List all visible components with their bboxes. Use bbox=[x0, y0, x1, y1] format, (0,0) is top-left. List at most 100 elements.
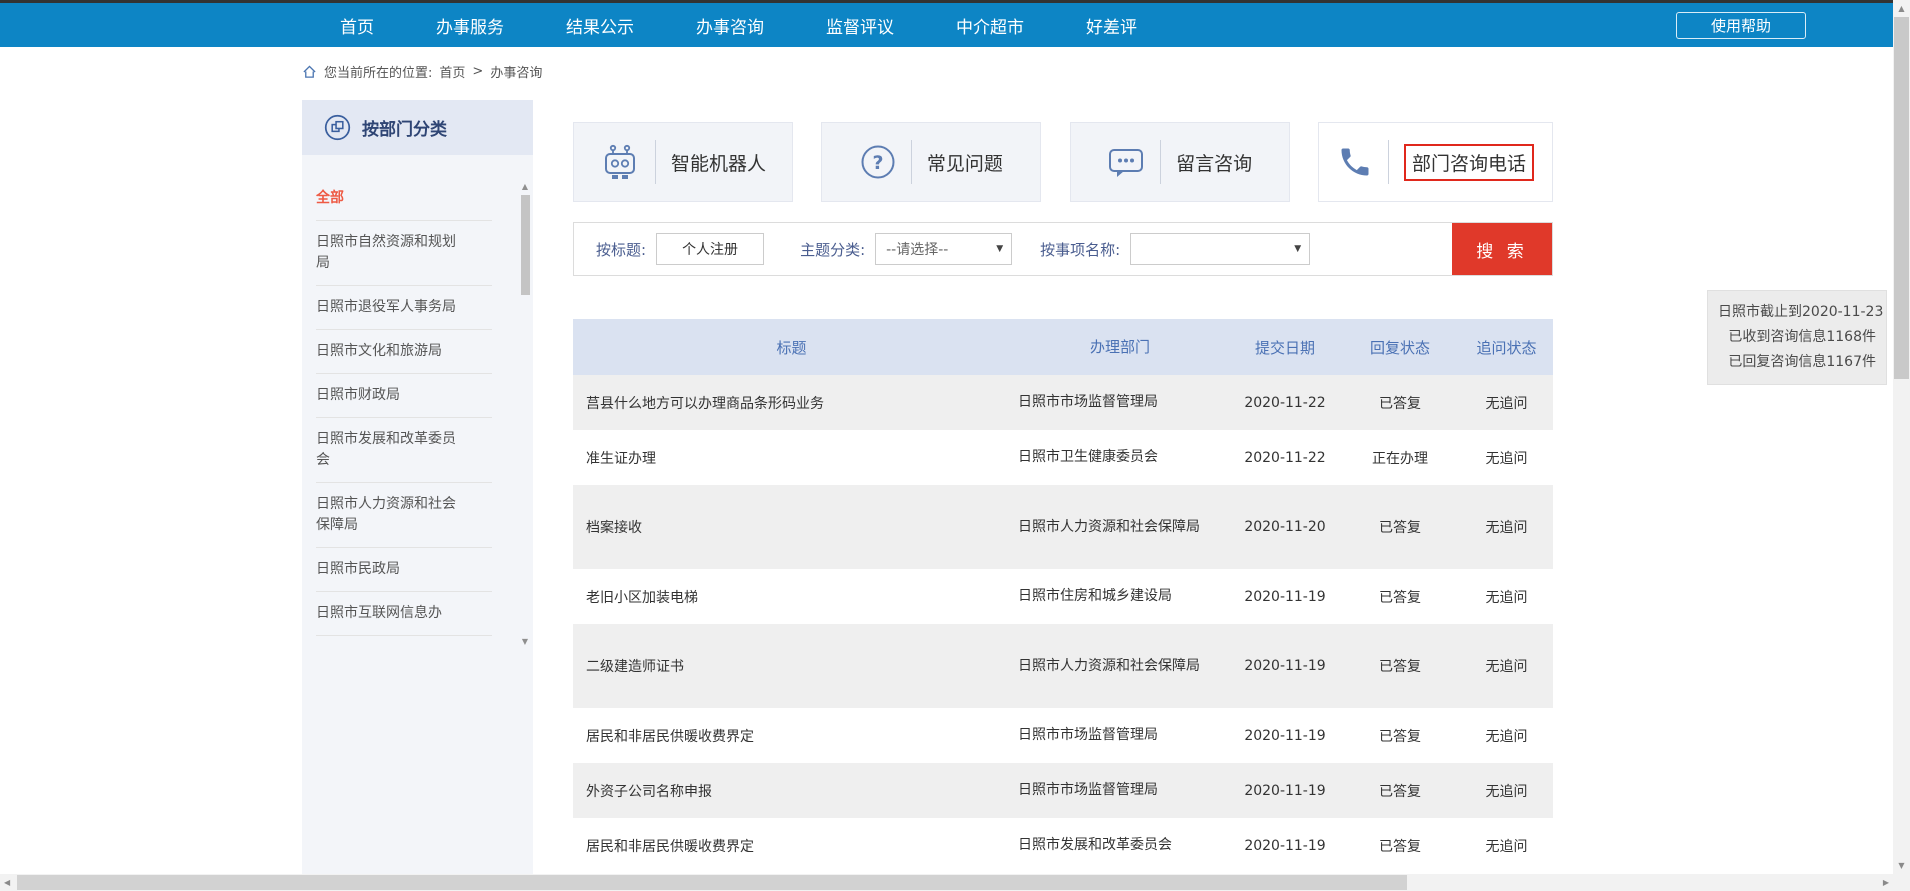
quick-link-message-label: 留言咨询 bbox=[1176, 149, 1252, 176]
cell-title[interactable]: 档案接收 bbox=[573, 517, 1010, 537]
cell-reply: 已答复 bbox=[1340, 726, 1460, 746]
category-label: 主题分类: bbox=[800, 239, 865, 260]
table-row[interactable]: 档案接收 日照市人力资源和社会保障局 2020-11-20 已答复 无追问 bbox=[573, 485, 1553, 569]
table-row[interactable]: 老旧小区加装电梯 日照市住房和城乡建设局 2020-11-19 已答复 无追问 bbox=[573, 569, 1553, 624]
cell-reply: 已答复 bbox=[1340, 587, 1460, 607]
cell-date: 2020-11-20 bbox=[1230, 519, 1340, 535]
consultation-table: 标题 办理部门 提交日期 回复状态 追问状态 莒县什么地方可以办理商品条形码业务… bbox=[573, 319, 1553, 873]
sidebar-item-natural-resources[interactable]: 日照市自然资源和规划局 bbox=[316, 221, 492, 286]
cell-title[interactable]: 准生证办理 bbox=[573, 448, 1010, 468]
sidebar-header: 按部门分类 bbox=[302, 100, 533, 155]
sidebar-item-culture-tourism[interactable]: 日照市文化和旅游局 bbox=[316, 330, 492, 374]
sidebar-item-development[interactable]: 日照市发展和改革委员会 bbox=[316, 418, 492, 483]
stats-line-received: 已收到咨询信息1168件 bbox=[1718, 325, 1876, 350]
breadcrumb-home-link[interactable]: 首页 bbox=[439, 62, 465, 81]
cell-title[interactable]: 二级建造师证书 bbox=[573, 656, 1010, 676]
nav-item-services[interactable]: 办事服务 bbox=[405, 13, 535, 38]
sidebar-item-all[interactable]: 全部 bbox=[316, 177, 492, 221]
help-button[interactable]: 使用帮助 bbox=[1676, 12, 1806, 39]
quick-link-message[interactable]: 留言咨询 bbox=[1070, 122, 1290, 202]
quick-link-robot-label: 智能机器人 bbox=[671, 149, 766, 176]
table-row[interactable]: 莒县什么地方可以办理商品条形码业务 日照市市场监督管理局 2020-11-22 … bbox=[573, 375, 1553, 430]
cell-follow: 无追问 bbox=[1460, 836, 1553, 856]
cell-reply: 已答复 bbox=[1340, 517, 1460, 537]
cell-date: 2020-11-19 bbox=[1230, 838, 1340, 854]
cell-title[interactable]: 莒县什么地方可以办理商品条形码业务 bbox=[573, 393, 1010, 413]
nav-item-results[interactable]: 结果公示 bbox=[535, 13, 665, 38]
cell-date: 2020-11-22 bbox=[1230, 395, 1340, 411]
cell-date: 2020-11-19 bbox=[1230, 728, 1340, 744]
search-button[interactable]: 搜 索 bbox=[1452, 223, 1552, 275]
table-row[interactable]: 二级建造师证书 日照市人力资源和社会保障局 2020-11-19 已答复 无追问 bbox=[573, 624, 1553, 708]
card-divider bbox=[911, 140, 912, 184]
chevron-down-icon: ▼ bbox=[996, 244, 1003, 254]
cell-follow: 无追问 bbox=[1460, 587, 1553, 607]
card-divider bbox=[655, 140, 656, 184]
horizontal-scrollbar[interactable]: ◀ ▶ bbox=[0, 874, 1893, 891]
title-search-input[interactable] bbox=[656, 233, 764, 265]
vertical-scrollbar-thumb[interactable] bbox=[1894, 17, 1909, 379]
home-icon bbox=[302, 65, 317, 79]
search-panel: 按标题: 主题分类: --请选择-- ▼ 按事项名称: ▼ 搜 索 bbox=[573, 222, 1553, 276]
scroll-left-arrow[interactable]: ◀ bbox=[4, 878, 10, 887]
horizontal-scrollbar-thumb[interactable] bbox=[17, 875, 1407, 890]
department-sidebar: 按部门分类 全部 日照市自然资源和规划局 日照市退役军人事务局 日照市文化和旅游… bbox=[302, 100, 533, 887]
nav-item-rating[interactable]: 好差评 bbox=[1055, 13, 1168, 38]
cell-follow: 无追问 bbox=[1460, 517, 1553, 537]
scroll-right-arrow[interactable]: ▶ bbox=[1883, 878, 1889, 887]
cell-date: 2020-11-19 bbox=[1230, 589, 1340, 605]
sidebar-scrollbar-thumb[interactable] bbox=[521, 195, 530, 295]
message-icon bbox=[1107, 144, 1145, 180]
table-row[interactable]: 外资子公司名称申报 日照市市场监督管理局 2020-11-19 已答复 无追问 bbox=[573, 763, 1553, 818]
table-row[interactable]: 居民和非居民供暖收费界定 日照市发展和改革委员会 2020-11-19 已答复 … bbox=[573, 818, 1553, 873]
quick-link-robot[interactable]: 智能机器人 bbox=[573, 122, 793, 202]
question-icon: ? bbox=[860, 144, 896, 180]
sidebar-item-veterans[interactable]: 日照市退役军人事务局 bbox=[316, 286, 492, 330]
quick-link-faq[interactable]: ? 常见问题 bbox=[821, 122, 1041, 202]
nav-item-supervision[interactable]: 监督评议 bbox=[795, 13, 925, 38]
scroll-down-arrow[interactable]: ▼ bbox=[1893, 861, 1910, 870]
quick-link-phone[interactable]: 部门咨询电话 bbox=[1318, 122, 1553, 202]
cell-date: 2020-11-22 bbox=[1230, 450, 1340, 466]
category-select[interactable]: --请选择-- ▼ bbox=[875, 233, 1012, 265]
cell-date: 2020-11-19 bbox=[1230, 783, 1340, 799]
column-header-title: 标题 bbox=[573, 337, 1010, 358]
cell-dept: 日照市住房和城乡建设局 bbox=[1010, 585, 1230, 608]
sidebar-item-internet-info[interactable]: 日照市互联网信息办 bbox=[316, 592, 492, 636]
top-navbar: 首页 办事服务 结果公示 办事咨询 监督评议 中介超市 好差评 使用帮助 bbox=[0, 3, 1893, 47]
robot-icon bbox=[600, 142, 640, 182]
nav-item-agency[interactable]: 中介超市 bbox=[925, 13, 1055, 38]
table-header-row: 标题 办理部门 提交日期 回复状态 追问状态 bbox=[573, 319, 1553, 375]
quick-link-phone-label: 部门咨询电话 bbox=[1404, 144, 1534, 181]
sidebar-item-human-resources[interactable]: 日照市人力资源和社会保障局 bbox=[316, 483, 492, 548]
item-name-select[interactable]: ▼ bbox=[1130, 233, 1310, 265]
cell-dept: 日照市市场监督管理局 bbox=[1010, 724, 1230, 747]
quick-link-faq-label: 常见问题 bbox=[927, 149, 1003, 176]
nav-item-consult[interactable]: 办事咨询 bbox=[665, 13, 795, 38]
sidebar-item-finance[interactable]: 日照市财政局 bbox=[316, 374, 492, 418]
cell-title[interactable]: 居民和非居民供暖收费界定 bbox=[573, 836, 1010, 856]
nav-item-home[interactable]: 首页 bbox=[309, 13, 405, 38]
sidebar-scroll-down-arrow[interactable]: ▼ bbox=[522, 638, 528, 646]
vertical-scrollbar[interactable]: ▲ ▼ bbox=[1893, 0, 1910, 874]
sidebar-item-civil-affairs[interactable]: 日照市民政局 bbox=[316, 548, 492, 592]
cell-dept: 日照市市场监督管理局 bbox=[1010, 779, 1230, 802]
table-row[interactable]: 准生证办理 日照市卫生健康委员会 2020-11-22 正在办理 无追问 bbox=[573, 430, 1553, 485]
cell-follow: 无追问 bbox=[1460, 448, 1553, 468]
scroll-up-arrow[interactable]: ▲ bbox=[1893, 4, 1910, 13]
cell-dept: 日照市人力资源和社会保障局 bbox=[1010, 655, 1230, 678]
cell-follow: 无追问 bbox=[1460, 393, 1553, 413]
quick-link-cards: 智能机器人 ? 常见问题 留言咨询 bbox=[573, 122, 1553, 202]
table-row[interactable]: 居民和非居民供暖收费界定 日照市市场监督管理局 2020-11-19 已答复 无… bbox=[573, 708, 1553, 763]
breadcrumb-prefix: 您当前所在的位置: bbox=[324, 62, 432, 81]
breadcrumb-current-link[interactable]: 办事咨询 bbox=[490, 62, 542, 81]
cell-title[interactable]: 外资子公司名称申报 bbox=[573, 781, 1010, 801]
svg-text:?: ? bbox=[872, 152, 883, 174]
sidebar-title: 按部门分类 bbox=[362, 115, 447, 140]
cell-title[interactable]: 老旧小区加装电梯 bbox=[573, 587, 1010, 607]
card-divider bbox=[1160, 140, 1161, 184]
sidebar-scroll-up-arrow[interactable]: ▲ bbox=[522, 183, 528, 191]
cell-reply: 已答复 bbox=[1340, 836, 1460, 856]
main-content: 智能机器人 ? 常见问题 留言咨询 bbox=[573, 122, 1553, 202]
cell-title[interactable]: 居民和非居民供暖收费界定 bbox=[573, 726, 1010, 746]
